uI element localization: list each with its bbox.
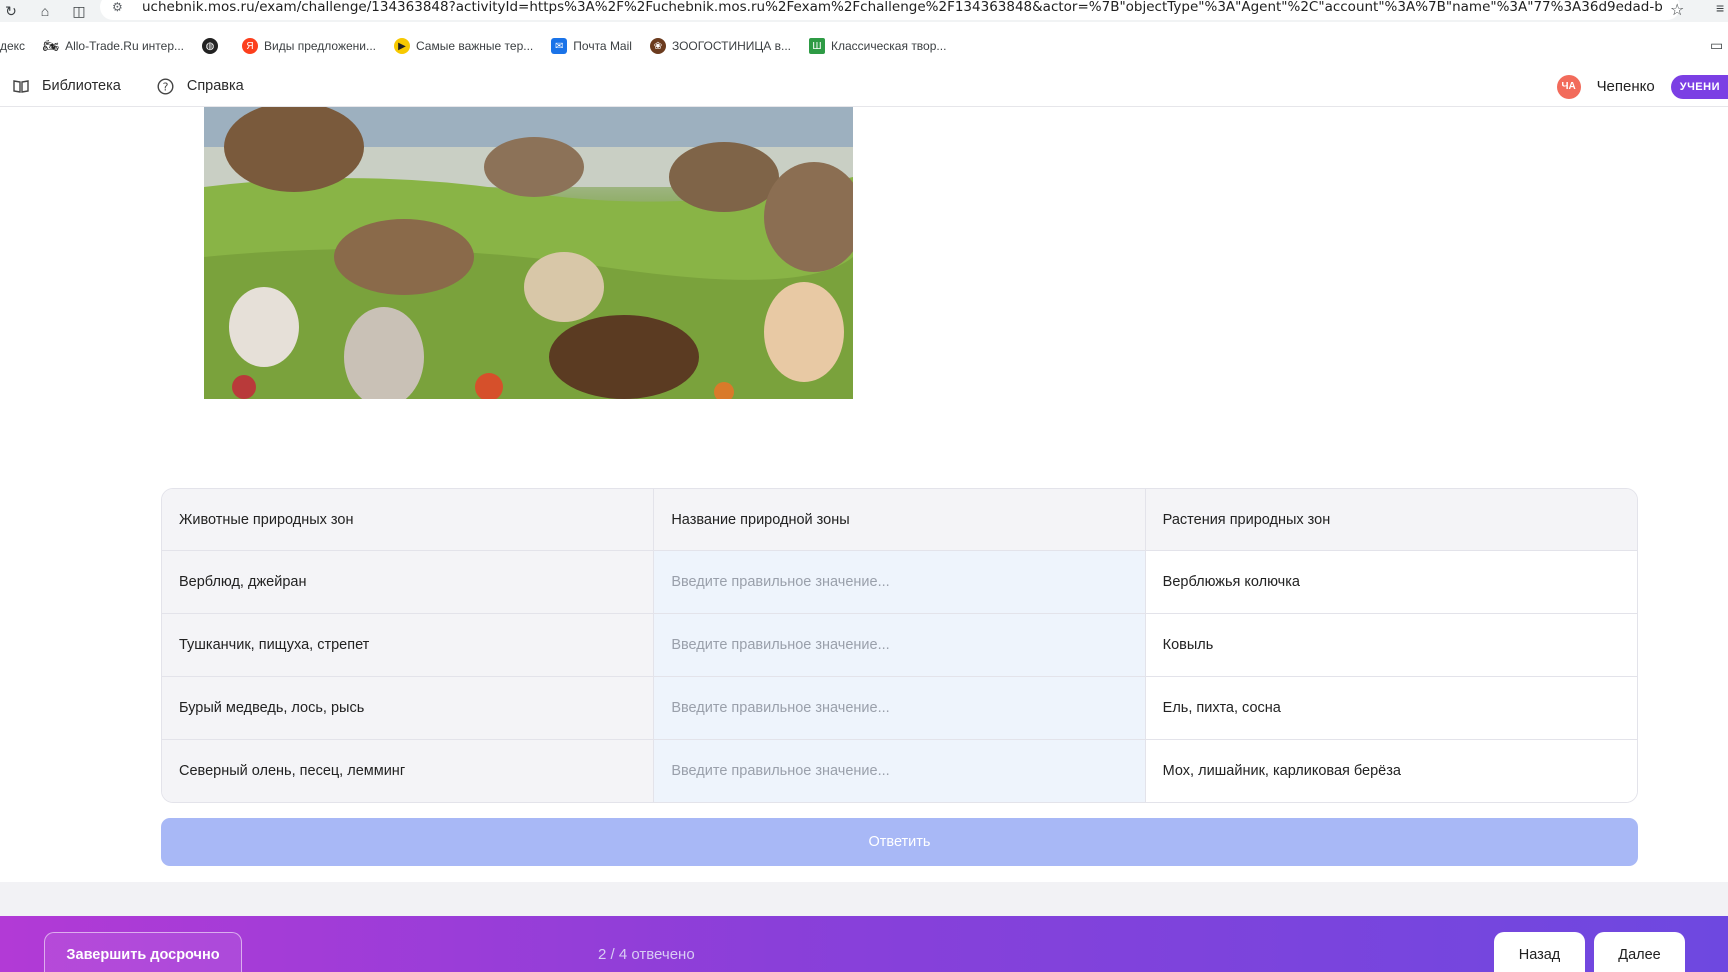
book-open-icon: [12, 77, 30, 95]
help-link[interactable]: ? Справка: [157, 77, 244, 95]
bookmark-label: Виды предложени...: [264, 39, 376, 53]
bookmark-item[interactable]: ▶ Самые важные тер...: [394, 38, 533, 54]
table-row: Тушканчик, пищуха, стрепет Ковыль: [162, 613, 1637, 676]
animals-cell: Верблюд, джейран: [162, 551, 654, 613]
finish-early-button[interactable]: Завершить досрочно: [44, 932, 242, 972]
plants-cell: Мох, лишайник, карликовая берёза: [1144, 740, 1637, 802]
bookmark-item[interactable]: ◍: [202, 38, 224, 54]
globe-icon: ◍: [202, 38, 219, 54]
browser-toolbar: ↻ ⌂ ◫ ⚙ uchebnik.mos.ru/exam/challenge/1…: [0, 0, 1728, 22]
column-header: Растения природных зон: [1144, 489, 1637, 550]
zone-input-cell: [653, 677, 1145, 739]
role-badge: УЧЕНИ: [1670, 74, 1728, 99]
avatar[interactable]: ЧА: [1556, 74, 1581, 99]
help-label: Справка: [186, 78, 244, 94]
bookmark-item[interactable]: 🏍 Allo-Trade.Ru интер...: [43, 38, 184, 54]
exam-footer: Завершить досрочно 2 / 4 отвечено Назад …: [0, 916, 1728, 972]
bookmark-label: Почта Mail: [573, 39, 632, 53]
svg-text:?: ?: [163, 80, 169, 93]
bookmark-label: ЗООГОСТИНИЦА в...: [671, 39, 791, 53]
page-bottom-strip: [0, 882, 1728, 916]
animals-cell: Северный олень, песец, лемминг: [162, 740, 654, 802]
zone-input[interactable]: [654, 614, 1145, 676]
user-name[interactable]: Чепенко: [1597, 78, 1655, 95]
plants-cell: Ковыль: [1144, 614, 1637, 676]
bookmark-item[interactable]: декс: [0, 39, 25, 53]
plants-cell: Верблюжья колючка: [1144, 551, 1637, 613]
user-area: ЧА Чепенко УЧЕНИ: [1556, 66, 1728, 107]
site-settings-icon[interactable]: ⚙: [112, 0, 130, 14]
matching-table: Животные природных зон Название природно…: [161, 488, 1638, 803]
zone-input-cell: [653, 614, 1145, 676]
column-header: Название природной зоны: [653, 489, 1145, 550]
app-header: Библиотека ? Справка ЧА Чепенко УЧЕНИ: [0, 66, 1728, 107]
bookmark-label: Классическая твор...: [831, 39, 947, 53]
table-row: Верблюд, джейран Верблюжья колючка: [162, 550, 1637, 613]
zone-input[interactable]: [654, 677, 1145, 739]
back-button[interactable]: Назад: [1494, 932, 1585, 972]
library-label: Библиотека: [42, 78, 121, 94]
home-icon[interactable]: ⌂: [34, 0, 56, 22]
play-icon: ▶: [394, 38, 410, 54]
table-header-row: Животные природных зон Название природно…: [162, 489, 1637, 550]
url-text[interactable]: uchebnik.mos.ru/exam/challenge/134363848…: [142, 0, 1662, 15]
bookmarks-bar: декс 🏍 Allo-Trade.Ru интер... ◍ Я Виды п…: [0, 32, 1728, 60]
zone-input-cell: [653, 740, 1145, 802]
bookmark-label: Allo-Trade.Ru интер...: [65, 39, 185, 53]
zone-input[interactable]: [654, 551, 1145, 613]
animals-cell: Тушканчик, пищуха, стрепет: [162, 614, 654, 676]
bookmark-label: Самые важные тер...: [416, 39, 534, 53]
table-row: Бурый медведь, лось, рысь Ель, пихта, со…: [162, 676, 1637, 739]
reading-mode-icon[interactable]: ◫: [68, 0, 90, 22]
bookmark-item[interactable]: Я Виды предложени...: [242, 38, 376, 54]
tundra-animals-illustration: [204, 107, 853, 399]
library-link[interactable]: Библиотека: [12, 77, 121, 95]
submit-answer-button[interactable]: Ответить: [161, 818, 1638, 866]
bike-icon: 🏍: [42, 38, 60, 53]
plants-cell: Ель, пихта, сосна: [1144, 677, 1637, 739]
bookmark-item[interactable]: ❀ ЗООГОСТИНИЦА в...: [649, 38, 791, 54]
zone-input-cell: [653, 551, 1145, 613]
bookmark-star-icon[interactable]: ☆: [1670, 0, 1684, 20]
column-header: Животные природных зон: [162, 489, 654, 550]
question-circle-icon: ?: [157, 77, 175, 95]
folder-icon[interactable]: ▭: [1710, 37, 1723, 54]
bookmark-label: декс: [0, 39, 26, 53]
mail-icon: ✉: [551, 38, 568, 54]
zone-input[interactable]: [654, 740, 1145, 802]
progress-counter: 2 / 4 отвечено: [598, 946, 695, 963]
address-bar[interactable]: ⚙ uchebnik.mos.ru/exam/challenge/1343638…: [100, 0, 1680, 20]
reload-icon[interactable]: ↻: [0, 0, 22, 22]
paw-icon: ❀: [649, 38, 666, 54]
bookmark-item[interactable]: ✉ Почта Mail: [551, 38, 632, 54]
animals-cell: Бурый медведь, лось, рысь: [162, 677, 654, 739]
bookmark-item[interactable]: Ш Классическая твор...: [809, 38, 946, 54]
yandex-icon: Я: [242, 38, 259, 54]
table-row: Северный олень, песец, лемминг Мох, лиша…: [162, 739, 1637, 802]
browser-menu-icon[interactable]: ≡: [1716, 0, 1724, 16]
book-icon: Ш: [809, 38, 825, 54]
next-button[interactable]: Далее: [1594, 932, 1685, 972]
